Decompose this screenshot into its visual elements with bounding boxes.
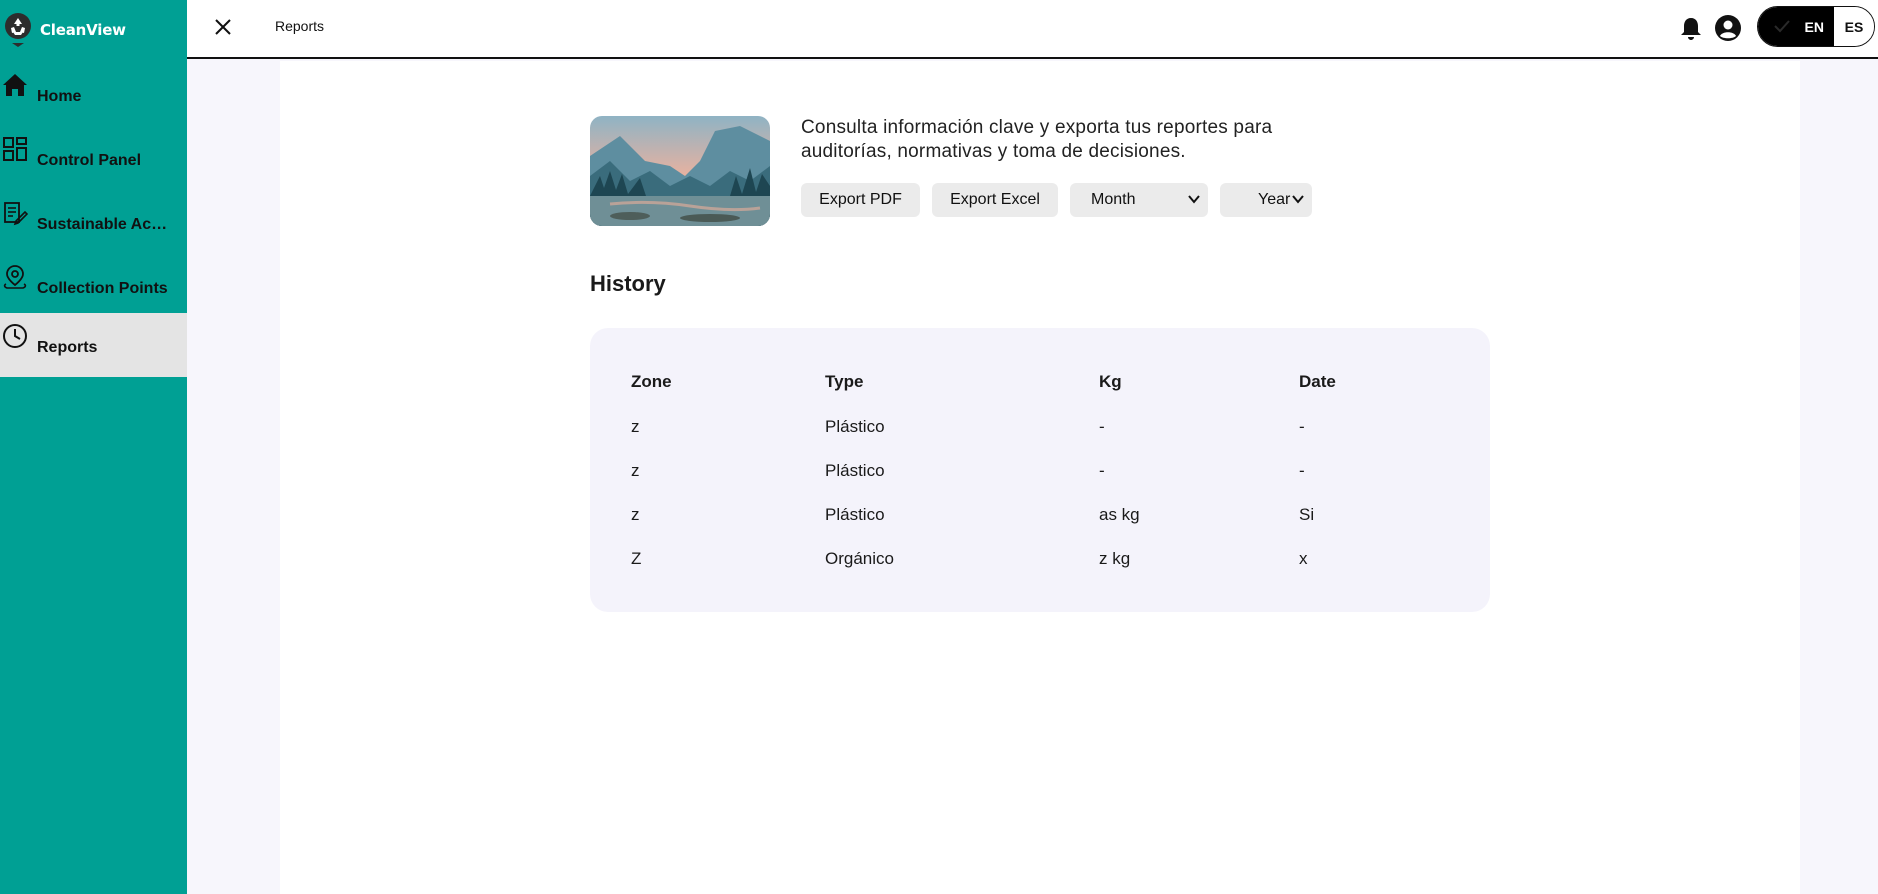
cell-kg: z kg (1099, 549, 1131, 568)
clock-icon (3, 324, 27, 348)
export-excel-button[interactable]: Export Excel (932, 183, 1058, 217)
language-label-en: EN (1804, 18, 1824, 35)
export-pdf-button[interactable]: Export PDF (801, 183, 920, 217)
language-label-es: ES (1844, 18, 1864, 35)
reports-description: Consulta información clave y exporta tus… (801, 117, 1273, 162)
column-header-kg: Kg (1099, 372, 1122, 391)
month-select[interactable]: Month (1070, 183, 1208, 217)
close-icon[interactable] (213, 17, 233, 37)
chevron-down-icon (1188, 195, 1200, 204)
sidebar-item-collection-points[interactable]: Collection Points (0, 254, 187, 318)
page-title: Reports (275, 18, 325, 34)
notification-bell-icon[interactable] (1679, 15, 1703, 41)
chevron-down-icon (1292, 195, 1304, 204)
year-select-value: Year (1258, 191, 1291, 208)
recycle-logo-icon (5, 13, 31, 47)
cell-zone: Z (631, 549, 642, 568)
cell-zone: z (631, 417, 640, 436)
column-header-zone: Zone (631, 372, 672, 391)
sidebar-item-label: Home (37, 88, 82, 105)
cell-kg: - (1099, 461, 1105, 480)
cell-kg: - (1099, 417, 1105, 436)
language-option-en[interactable]: EN (1758, 7, 1834, 46)
column-header-date: Date (1299, 372, 1336, 391)
edit-document-icon (4, 202, 28, 226)
language-toggle[interactable]: EN ES (1757, 6, 1875, 47)
dashboard-icon (3, 137, 27, 161)
account-circle-icon[interactable] (1714, 14, 1742, 42)
landscape-illustration (590, 116, 770, 226)
brand[interactable]: CleanView (4, 12, 126, 48)
sidebar-item-label: Collection Points (37, 280, 168, 297)
home-icon (3, 74, 27, 96)
sidebar-item-label: Control Panel (37, 152, 142, 169)
sidebar-item-label: Reports (37, 339, 98, 356)
cell-type: Plástico (825, 461, 885, 480)
cell-zone: z (631, 461, 640, 480)
cell-date: x (1299, 549, 1308, 568)
language-option-es[interactable]: ES (1834, 7, 1874, 46)
sidebar-item-home[interactable]: Home (0, 62, 187, 126)
sidebar: CleanView Home Control Panel Sustainable… (0, 0, 187, 894)
sidebar-item-label: Sustainable Act... (37, 216, 169, 233)
sidebar-item-sustainable-actions[interactable]: Sustainable Act... (0, 190, 187, 254)
sidebar-item-control-panel[interactable]: Control Panel (0, 126, 187, 190)
cell-type: Plástico (825, 505, 885, 524)
cell-type: Orgánico (825, 549, 894, 568)
cell-type: Plástico (825, 417, 885, 436)
cell-date: - (1299, 417, 1305, 436)
history-heading: History (590, 271, 666, 296)
sidebar-item-reports[interactable]: Reports (0, 313, 187, 377)
column-header-type: Type (825, 372, 864, 391)
location-pin-icon (3, 265, 27, 289)
landscape-image (590, 116, 770, 226)
cell-date: Si (1299, 505, 1315, 524)
year-select[interactable]: Year (1220, 183, 1312, 217)
app-name: CleanView (40, 21, 126, 39)
check-icon (1774, 20, 1790, 33)
cell-date: - (1299, 461, 1305, 480)
top-bar: Reports EN ES (187, 0, 1878, 59)
history-table: Zone Type Kg Date z Plástico - - z Plást… (590, 328, 1490, 612)
cell-zone: z (631, 505, 640, 524)
month-select-value: Month (1091, 191, 1136, 208)
cell-kg: as kg (1099, 505, 1140, 524)
